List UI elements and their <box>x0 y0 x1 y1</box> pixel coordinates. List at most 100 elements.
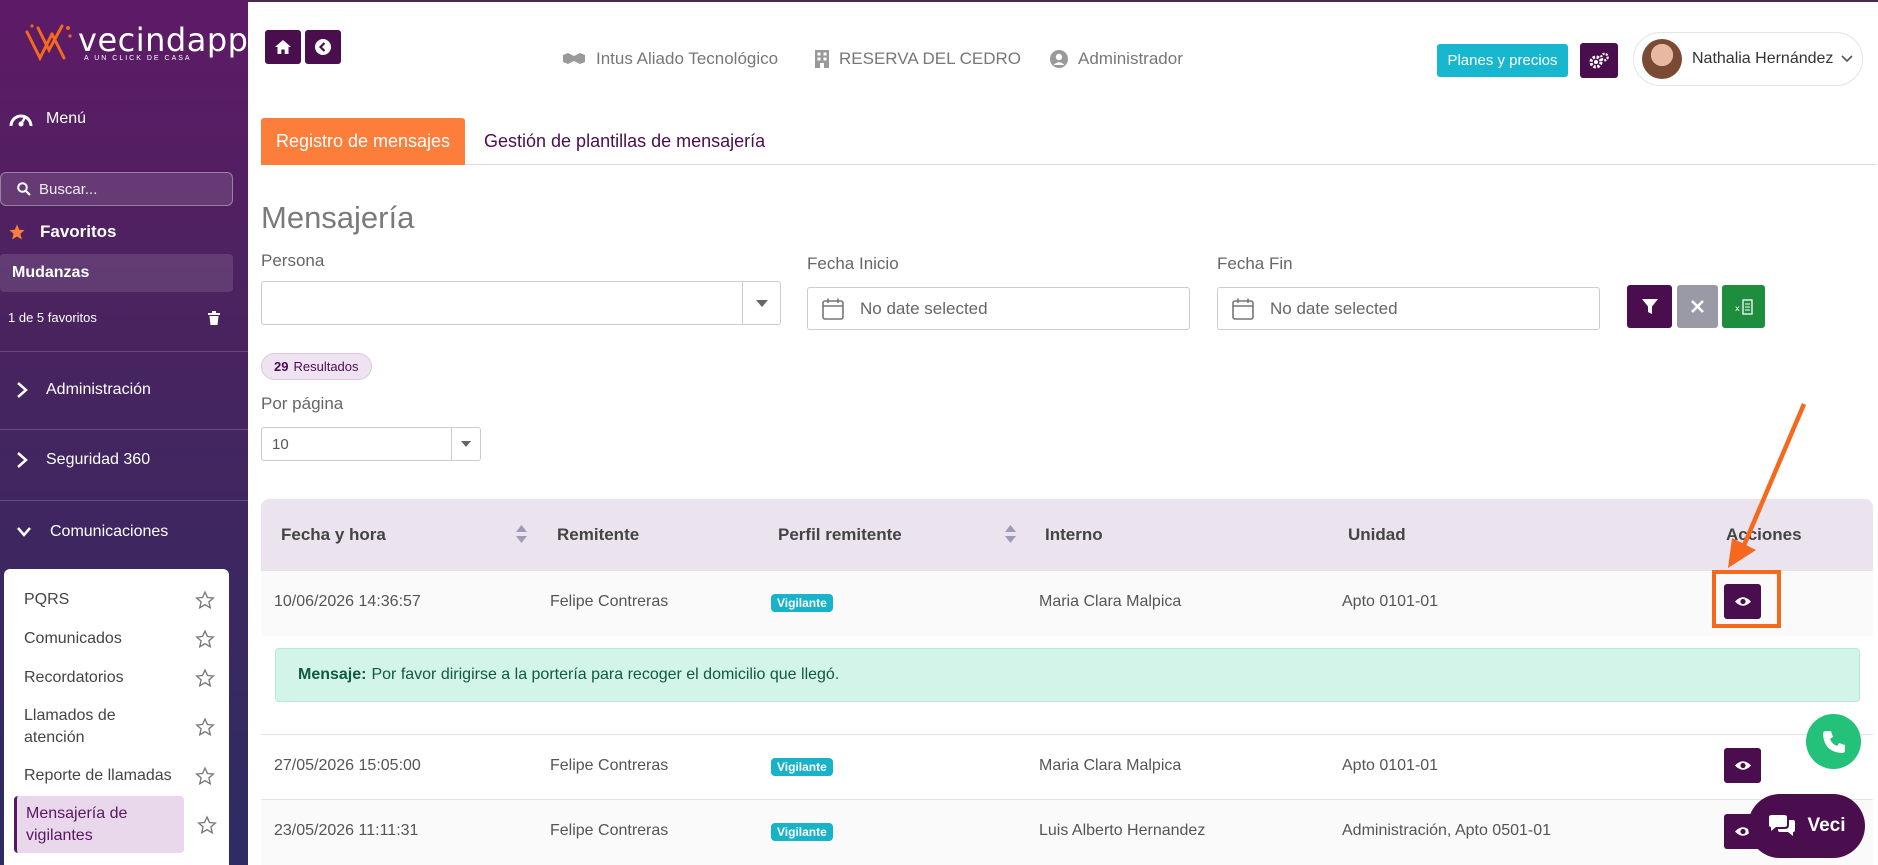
calendar-icon <box>1232 298 1254 320</box>
persona-label: Persona <box>261 251 325 270</box>
per-page-select[interactable]: 10 <box>261 427 481 461</box>
cell-interno: Luis Alberto Hernandez <box>1039 822 1206 839</box>
home-button[interactable] <box>265 30 301 64</box>
submenu-item-recordatorios[interactable]: Recordatorios <box>4 667 229 689</box>
favorites-counter: 1 de 5 favoritos <box>8 310 220 325</box>
submenu-item-llamados[interactable]: Llamados de atención <box>4 705 229 749</box>
col-remitente: Remitente <box>557 524 640 544</box>
veci-chat-button[interactable]: Veci <box>1748 794 1865 858</box>
submenu-item-label: Reporte de llamadas <box>24 767 172 784</box>
settings-button[interactable] <box>1580 43 1618 78</box>
submenu-item-label: Comunicados <box>24 630 122 647</box>
tab-gestion-plantillas[interactable]: Gestión de plantillas de mensajería <box>484 118 765 165</box>
submenu-item-reporte-llamadas[interactable]: Reporte de llamadas <box>4 765 229 787</box>
select-arrow[interactable] <box>742 282 780 324</box>
select-arrow[interactable] <box>451 428 480 460</box>
results-badge: 29 Resultados <box>261 353 372 380</box>
col-fecha-hora[interactable]: Fecha y hora <box>281 499 386 570</box>
fecha-fin-picker[interactable]: No date selected <box>1217 287 1600 330</box>
star-outline-icon[interactable] <box>197 815 217 835</box>
clear-filters-button[interactable] <box>1677 285 1718 328</box>
sidebar-item-comunicaciones[interactable]: Comunicaciones <box>16 523 168 541</box>
cell-fecha: 27/05/2026 15:05:00 <box>274 757 421 774</box>
col-perfil-remitente[interactable]: Perfil remitente <box>778 499 902 570</box>
sidebar-divider <box>0 429 248 430</box>
user-menu[interactable]: Nathalia Hernández <box>1633 32 1863 86</box>
brand-logo[interactable]: vecindapp A UN CLICK DE CASA <box>24 20 248 64</box>
view-message-button[interactable] <box>1724 748 1761 783</box>
sidebar-item-label: Seguridad 360 <box>46 451 151 468</box>
chevron-right-icon <box>17 382 28 398</box>
role-info: Administrador <box>1050 49 1183 69</box>
cell-remitente: Felipe Contreras <box>550 822 669 839</box>
annotation-arrow <box>1728 403 1807 568</box>
logo-icon <box>25 24 72 62</box>
fecha-inicio-label: Fecha Inicio <box>807 254 899 273</box>
persona-select[interactable] <box>261 281 781 325</box>
fecha-fin-label: Fecha Fin <box>1217 254 1293 273</box>
status-badge: Vigilante <box>771 758 833 776</box>
property-info: RESERVA DEL CEDRO <box>815 49 1021 69</box>
star-filled-icon <box>9 224 25 240</box>
expanded-message: Mensaje: Por favor dirigirse a la porter… <box>275 648 1860 702</box>
phone-call-button[interactable] <box>1806 714 1861 769</box>
cell-remitente: Felipe Contreras <box>550 593 669 610</box>
menu-label: Menú <box>46 110 87 127</box>
export-excel-button[interactable]: x <box>1722 285 1765 328</box>
favorites-title: Favoritos <box>40 222 117 241</box>
tab-registro-mensajes[interactable]: Registro de mensajes <box>261 118 465 165</box>
menu-header[interactable]: Menú <box>8 108 86 130</box>
results-label: Resultados <box>293 359 359 374</box>
submenu-item-mensajeria-vigilantes[interactable]: Mensajería de vigilantes <box>14 796 184 853</box>
status-badge: Vigilante <box>771 823 833 841</box>
favorite-item-mudanzas[interactable]: Mudanzas <box>0 254 233 292</box>
star-outline-icon[interactable] <box>195 766 215 786</box>
company-info: Intus Aliado Tecnológico <box>562 49 778 69</box>
fecha-inicio-picker[interactable]: No date selected <box>807 287 1190 330</box>
results-count: 29 <box>274 359 289 374</box>
sidebar-item-label: Administración <box>46 381 151 398</box>
fecha-inicio-placeholder: No date selected <box>860 298 988 318</box>
submenu-item-label-line2: vigilantes <box>26 826 93 844</box>
submenu-item-label-block: Mensajería de vigilantes <box>26 803 127 847</box>
submenu-item-comunicados[interactable]: Comunicados <box>4 628 229 650</box>
user-circle-icon <box>1050 50 1068 68</box>
favorite-item-label: Mudanzas <box>12 264 90 281</box>
veci-label: Veci <box>1807 815 1846 836</box>
message-text: Por favor dirigirse a la portería para r… <box>371 666 840 683</box>
role-name: Administrador <box>1078 49 1183 68</box>
star-outline-icon[interactable] <box>195 590 215 610</box>
building-icon <box>815 50 829 68</box>
table-row: 10/06/2026 14:36:57 Felipe Contreras Vig… <box>261 570 1873 636</box>
sidebar-divider <box>0 500 248 501</box>
favorites-header: Favoritos <box>8 222 117 242</box>
submenu-item-label: Recordatorios <box>24 669 124 686</box>
calendar-icon <box>822 298 844 320</box>
chat-bubbles-icon <box>1769 815 1796 836</box>
sidebar-item-seguridad[interactable]: Seguridad 360 <box>16 451 150 469</box>
comunicaciones-submenu: PQRS Comunicados Recordatorios Llamados … <box>4 569 229 865</box>
submenu-item-label: Mensajería de <box>26 804 128 822</box>
sidebar-search[interactable] <box>0 172 233 206</box>
sidebar: vecindapp A UN CLICK DE CASA Menú Favori… <box>0 0 248 865</box>
cogs-icon <box>1589 52 1609 68</box>
star-outline-icon[interactable] <box>195 668 215 688</box>
table-row: 23/05/2026 11:11:31 Felipe Contreras Vig… <box>261 799 1873 865</box>
plans-button[interactable]: Planes y precios <box>1437 44 1568 77</box>
status-badge: Vigilante <box>771 594 833 612</box>
trash-icon[interactable] <box>208 310 220 325</box>
back-button[interactable] <box>305 30 341 64</box>
annotation-highlight-box <box>1712 570 1781 628</box>
filter-button[interactable] <box>1627 285 1672 328</box>
star-outline-icon[interactable] <box>195 717 215 737</box>
filter-icon <box>1641 298 1658 314</box>
sidebar-item-administracion[interactable]: Administración <box>16 381 151 399</box>
star-outline-icon[interactable] <box>195 629 215 649</box>
submenu-item-pqrs[interactable]: PQRS <box>4 589 229 611</box>
page-title: Mensajería <box>261 200 415 235</box>
sort-icon[interactable] <box>1005 525 1016 543</box>
caret-down-icon <box>755 299 768 307</box>
property-name: RESERVA DEL CEDRO <box>839 49 1022 68</box>
sidebar-search-input[interactable] <box>39 180 219 198</box>
sort-icon[interactable] <box>516 525 527 543</box>
